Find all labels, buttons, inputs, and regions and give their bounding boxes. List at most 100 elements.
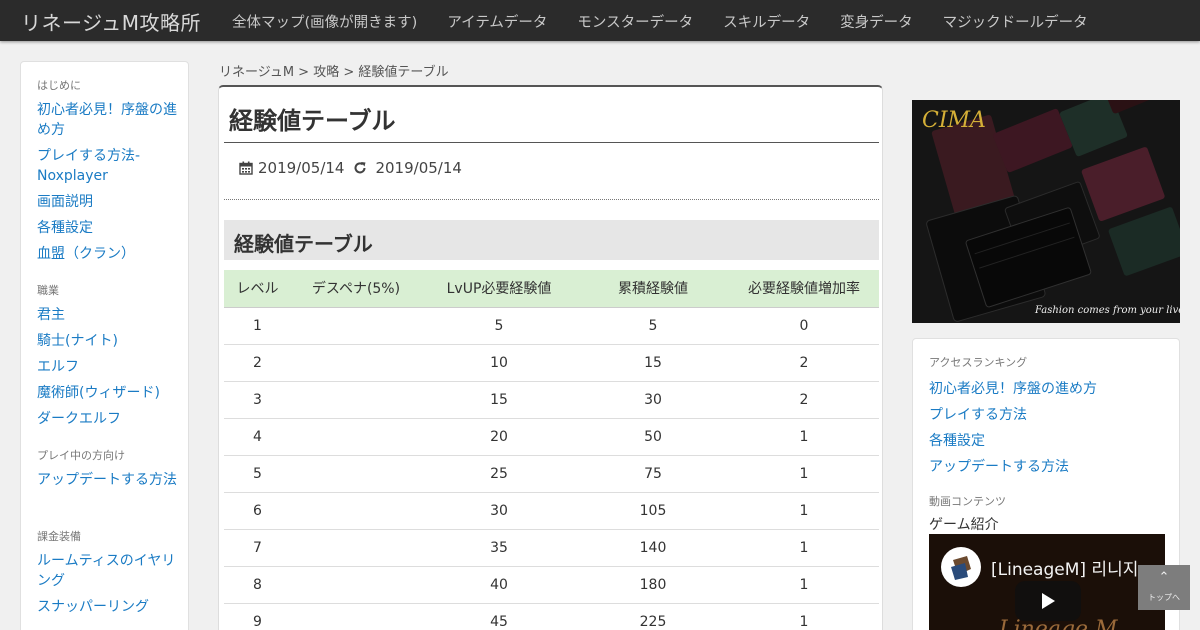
- page-title: 経験値テーブル: [229, 107, 396, 135]
- video-heading: 動画コンテンツ: [929, 495, 1006, 508]
- sidebar-item-knight[interactable]: 騎士(ナイト): [37, 331, 177, 351]
- ranking-item-how-to-play[interactable]: プレイする方法: [929, 404, 1027, 424]
- sidebar-item-beginner-guide[interactable]: 初心者必見！序盤の進め方: [37, 100, 177, 140]
- sidebar-item-update[interactable]: アップデートする方法: [37, 470, 177, 490]
- table-row: 6 30 105 1: [224, 492, 879, 530]
- column-header-death-penalty: デスペナ(5%): [291, 270, 421, 308]
- column-header-increase-rate: 必要経験値増加率: [729, 270, 879, 308]
- breadcrumb-separator: >: [339, 65, 359, 80]
- column-header-levelup-exp: LvUP必要経験値: [421, 270, 577, 308]
- cell-death-penalty: [291, 603, 421, 630]
- nav-item-skills[interactable]: スキルデータ: [723, 11, 810, 32]
- nav-item-map[interactable]: 全体マップ(画像が開きます): [232, 11, 417, 32]
- breadcrumb-section[interactable]: 攻略: [313, 65, 339, 80]
- table-row: 5 25 75 1: [224, 455, 879, 493]
- table-row: 3 15 30 2: [224, 381, 879, 419]
- site-title[interactable]: リネージュM攻略所: [21, 7, 201, 36]
- cell-death-penalty: [291, 566, 421, 604]
- table-row: 9 45 225 1: [224, 603, 879, 630]
- table-row: 2 10 15 2: [224, 344, 879, 382]
- column-header-cumulative-exp: 累積経験値: [577, 270, 729, 308]
- cell-cumulative-exp: 105: [577, 492, 729, 530]
- video-player[interactable]: [LineageM] 리니지 Lineage M: [929, 534, 1165, 630]
- cell-levelup-exp: 45: [421, 603, 577, 630]
- cell-level: 5: [224, 455, 291, 493]
- main-nav: 全体マップ(画像が開きます) アイテムデータ モンスターデータ スキルデータ 変…: [232, 11, 1118, 32]
- sidebar-item-dark-elf[interactable]: ダークエルフ: [37, 409, 177, 429]
- cell-cumulative-exp: 15: [577, 344, 729, 382]
- video-title[interactable]: [LineageM] 리니지: [991, 555, 1138, 580]
- updated-date: 2019/05/14: [375, 159, 462, 177]
- cell-death-penalty: [291, 492, 421, 530]
- table-row: 7 35 140 1: [224, 529, 879, 567]
- table-row: 1550: [224, 307, 879, 345]
- top-navbar: リネージュM攻略所 全体マップ(画像が開きます) アイテムデータ モンスターデー…: [0, 0, 1200, 41]
- sidebar-item-settings[interactable]: 各種設定: [37, 218, 177, 238]
- left-sidebar: はじめに 初心者必見！序盤の進め方 プレイする方法-Noxplayer 画面説明…: [20, 61, 189, 630]
- cell-increase-rate: 2: [729, 381, 879, 419]
- cell-increase-rate: 1: [729, 566, 879, 604]
- cell-cumulative-exp: 140: [577, 529, 729, 567]
- nav-item-transform[interactable]: 変身データ: [840, 11, 913, 32]
- breadcrumb: リネージュM > 攻略 > 経験値テーブル: [219, 61, 449, 80]
- table-row: 4 20 50 1: [224, 418, 879, 456]
- ranking-item-update[interactable]: アップデートする方法: [929, 456, 1069, 476]
- cell-level: 8: [224, 566, 291, 604]
- table-body: 1 5 5 0 2 10 15 2 3 15 30 2 4 20 50 1 5 25 75 1 6 30 105 1 7 35 14…: [224, 307, 879, 630]
- breadcrumb-separator: >: [294, 65, 314, 80]
- cell-cumulative-exp: 225: [577, 603, 729, 630]
- sidebar-item-wizard[interactable]: 魔術師(ウィザード): [37, 383, 177, 403]
- sidebar-item-earring[interactable]: ルームティスのイヤリング: [37, 551, 177, 591]
- cell-levelup-exp: 25: [421, 455, 577, 493]
- sidebar-item-monarch[interactable]: 君主: [37, 305, 177, 325]
- sidebar-item-elf[interactable]: エルフ: [37, 357, 177, 377]
- cell-death-penalty: [291, 344, 421, 382]
- play-icon: [1042, 593, 1055, 609]
- nav-item-monsters[interactable]: モンスターデータ: [577, 11, 693, 32]
- breadcrumb-home[interactable]: リネージュM: [219, 65, 294, 80]
- cell-cumulative-exp: 180: [577, 566, 729, 604]
- sidebar-heading-paid-gear: 課金装備: [37, 530, 81, 543]
- channel-avatar[interactable]: [941, 547, 981, 587]
- published-date: 2019/05/14: [258, 159, 345, 177]
- cell-increase-rate: 0: [729, 307, 879, 345]
- cell-level: 6: [224, 492, 291, 530]
- sidebar-heading-playing: プレイ中の方向け: [37, 449, 125, 462]
- ad-banner[interactable]: CIMA Fashion comes from your lives.: [912, 100, 1180, 323]
- play-button[interactable]: [1015, 581, 1081, 621]
- chevron-up-icon: ⌃: [1158, 570, 1170, 585]
- sidebar-item-how-to-play[interactable]: プレイする方法-Noxplayer: [37, 146, 177, 186]
- back-to-top-button[interactable]: ⌃ トップへ: [1138, 565, 1190, 610]
- video-caption: ゲーム紹介: [929, 517, 999, 533]
- cell-cumulative-exp: 75: [577, 455, 729, 493]
- ad-tagline: Fashion comes from your lives.: [1035, 305, 1180, 316]
- cell-cumulative-exp: 30: [577, 381, 729, 419]
- cell-increase-rate: 1: [729, 529, 879, 567]
- ranking-item-beginner-guide[interactable]: 初心者必見！序盤の進め方: [929, 378, 1097, 398]
- cell-levelup-exp: 30: [421, 492, 577, 530]
- cell-death-penalty: [291, 307, 421, 345]
- back-to-top-label: トップへ: [1148, 593, 1180, 602]
- cell-level: 4: [224, 418, 291, 456]
- dotted-divider: [224, 199, 879, 200]
- experience-table: レベル デスペナ(5%) LvUP必要経験値 累積経験値 必要経験値増加率 15…: [224, 270, 879, 630]
- wallet-product-image: [912, 100, 1180, 323]
- nav-item-magic-doll[interactable]: マジックドールデータ: [943, 11, 1088, 32]
- cell-levelup-exp: 10: [421, 344, 577, 382]
- sidebar-item-snapper-ring[interactable]: スナッパーリング: [37, 597, 177, 617]
- channel-logo-icon: [951, 556, 971, 580]
- column-header-level: レベル: [224, 270, 291, 308]
- cell-death-penalty: [291, 455, 421, 493]
- cell-increase-rate: 1: [729, 418, 879, 456]
- cell-cumulative-exp: 50: [577, 418, 729, 456]
- cell-level: 9: [224, 603, 291, 630]
- cell-levelup-exp: 20: [421, 418, 577, 456]
- ranking-item-settings[interactable]: 各種設定: [929, 430, 985, 450]
- cell-increase-rate: 1: [729, 603, 879, 630]
- sidebar-item-clan[interactable]: 血盟（クラン）: [37, 244, 177, 264]
- cell-levelup-exp: 5: [421, 307, 577, 345]
- nav-item-items[interactable]: アイテムデータ: [447, 11, 547, 32]
- table-row: 8 40 180 1: [224, 566, 879, 604]
- breadcrumb-current: 経験値テーブル: [358, 65, 449, 80]
- sidebar-item-screen-guide[interactable]: 画面説明: [37, 192, 177, 212]
